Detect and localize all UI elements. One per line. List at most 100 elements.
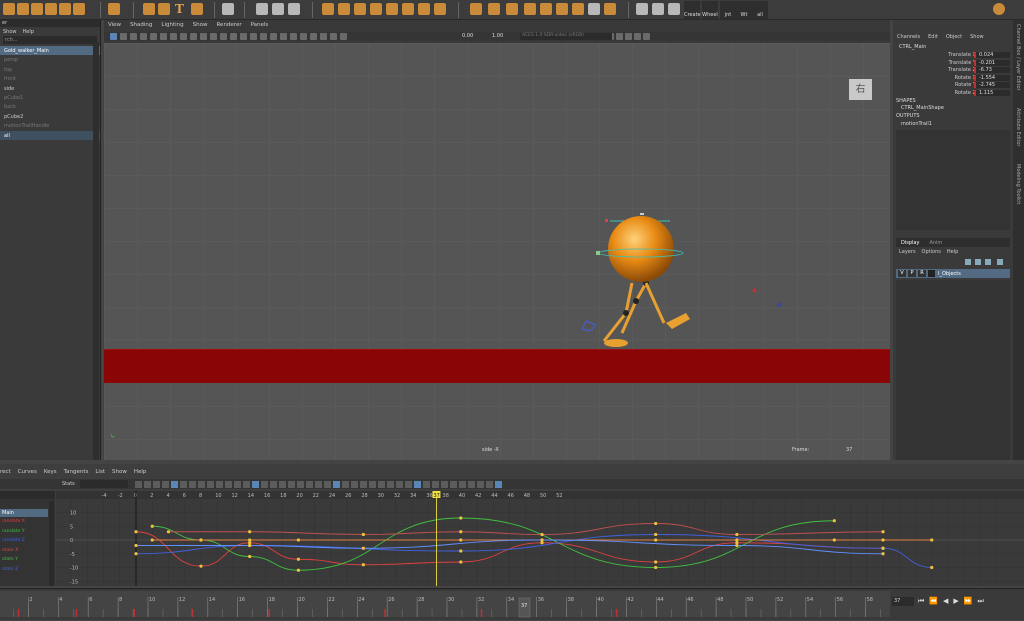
keyframe-point[interactable] bbox=[199, 538, 203, 542]
step-forward-frame-icon[interactable]: ⏩ bbox=[964, 597, 973, 606]
viewport-tool-button[interactable] bbox=[250, 33, 257, 40]
channel-row[interactable]: Translate Z -6.73 bbox=[893, 67, 1013, 74]
keyframe-point[interactable] bbox=[199, 564, 203, 568]
shelf-bevel-icon[interactable] bbox=[322, 3, 334, 15]
keyframe-point[interactable] bbox=[248, 538, 252, 542]
keyframe-point[interactable] bbox=[654, 538, 658, 542]
layer-tab-anim[interactable]: Anim bbox=[929, 240, 942, 246]
layer-move-down-icon[interactable] bbox=[997, 259, 1003, 265]
outliner-item[interactable]: persp bbox=[0, 55, 100, 64]
keyframe-point[interactable] bbox=[166, 530, 171, 534]
keyframe-point[interactable] bbox=[735, 538, 739, 542]
keyframe-point[interactable] bbox=[296, 538, 300, 542]
exposure-field[interactable]: 0.00 bbox=[462, 33, 473, 39]
shelf-bridge-icon[interactable] bbox=[338, 3, 350, 15]
layer-new-selected-icon[interactable] bbox=[975, 259, 981, 265]
keyframe-point[interactable] bbox=[248, 554, 252, 559]
go-to-start-icon[interactable]: ⏮ bbox=[918, 597, 924, 606]
shelf-wheel-button[interactable]: Wheel bbox=[702, 1, 718, 19]
gamma-field[interactable]: 1.00 bbox=[492, 33, 503, 39]
keyframe-point[interactable] bbox=[150, 538, 154, 542]
layer-row[interactable]: V P R I_Objects bbox=[896, 269, 1010, 278]
go-to-end-icon[interactable]: ⏭ bbox=[978, 597, 984, 606]
shelf-grid-icon[interactable] bbox=[222, 3, 234, 15]
shelf-svg-icon[interactable] bbox=[191, 3, 203, 15]
layer-menu-options[interactable]: Options bbox=[922, 249, 941, 255]
play-forward-icon[interactable]: ▶ bbox=[953, 597, 958, 606]
colorspace-dropdown[interactable]: ACES 1.0 SDR-video (sRGB) bbox=[520, 33, 612, 40]
keyframe-point[interactable] bbox=[540, 532, 544, 537]
layer-color-swatch[interactable] bbox=[928, 270, 935, 277]
shelf-uv-icon[interactable] bbox=[470, 3, 482, 15]
viewport-menu-renderer[interactable]: Renderer bbox=[216, 22, 241, 28]
step-back-key-icon[interactable]: ⏪ bbox=[929, 597, 938, 606]
keyframe-point[interactable] bbox=[540, 538, 544, 542]
keyframe-point[interactable] bbox=[134, 552, 138, 556]
viewport-tool-button[interactable] bbox=[330, 33, 337, 40]
viewport-menu-panels[interactable]: Panels bbox=[251, 22, 269, 28]
outliner-item[interactable]: front bbox=[0, 74, 100, 83]
shelf-coords-icon[interactable] bbox=[288, 3, 300, 15]
keyframe-point[interactable] bbox=[459, 516, 463, 520]
shelf-extrude-icon[interactable] bbox=[354, 3, 366, 15]
keyframe-point[interactable] bbox=[832, 538, 836, 542]
outliner-item[interactable]: pCube2 bbox=[0, 112, 100, 121]
viewport-tool-button[interactable] bbox=[616, 33, 623, 40]
keyframe-point[interactable] bbox=[832, 519, 836, 523]
outliner-item[interactable]: top bbox=[0, 65, 100, 74]
shelf-plane-icon[interactable] bbox=[73, 3, 85, 15]
keyframe-point[interactable] bbox=[361, 532, 365, 537]
step-back-frame-icon[interactable]: ◀ bbox=[943, 597, 948, 606]
viewport-tool-button[interactable] bbox=[190, 33, 197, 40]
viewport-tool-button[interactable] bbox=[170, 33, 177, 40]
keyframe-point[interactable] bbox=[248, 543, 252, 548]
channelbox-tab-show[interactable]: Show bbox=[970, 34, 984, 40]
shelf-uv-layout-icon[interactable] bbox=[488, 3, 500, 15]
keyframe-point[interactable] bbox=[930, 538, 934, 542]
viewport-menu-view[interactable]: View bbox=[108, 22, 121, 28]
channel-row[interactable]: Rotate X -1.554 bbox=[893, 74, 1013, 82]
shelf-combine-icon[interactable] bbox=[418, 3, 430, 15]
keyframe-point[interactable] bbox=[459, 538, 463, 542]
side-tab-modeling-toolkit[interactable]: Modeling Toolkit bbox=[1015, 164, 1021, 204]
keyframe-point[interactable] bbox=[881, 530, 885, 534]
shelf-cone-icon[interactable] bbox=[45, 3, 57, 15]
keyframe-point[interactable] bbox=[459, 549, 463, 553]
keyframe-point[interactable] bbox=[735, 543, 739, 548]
layer-visibility-toggle[interactable]: V bbox=[898, 270, 906, 277]
layer-reference-toggle[interactable]: R bbox=[918, 270, 926, 277]
shelf-cylinder-icon[interactable] bbox=[31, 3, 43, 15]
channel-value-field[interactable]: -1.554 bbox=[976, 74, 1010, 81]
keyframe-point[interactable] bbox=[248, 530, 252, 534]
viewport-tool-button[interactable] bbox=[240, 33, 247, 40]
keyframe-point[interactable] bbox=[930, 565, 934, 570]
ground-plane[interactable] bbox=[104, 349, 890, 383]
layer-playback-toggle[interactable]: P bbox=[908, 270, 916, 277]
channelbox-tab-channels[interactable]: Channels bbox=[897, 34, 920, 40]
viewport-tool-button[interactable] bbox=[310, 33, 317, 40]
outliner-item[interactable]: back bbox=[0, 102, 100, 111]
shelf-uv-auto-icon[interactable] bbox=[572, 3, 584, 15]
keyframe-point[interactable] bbox=[654, 532, 658, 537]
channel-value-field[interactable]: 1.115 bbox=[976, 89, 1010, 96]
viewport-tool-button[interactable] bbox=[210, 33, 217, 40]
viewport-grid[interactable]: 右 + ⊕ ↳ side -X Frame: 37 bbox=[104, 43, 890, 460]
time-slider-track[interactable]: 2 4 6 8 10 12 14 16 18 20 22 24 26 28 30 32 34 36 38 40 42 44… bbox=[0, 589, 890, 621]
side-tab-attribute-editor[interactable]: Attribute Editor bbox=[1015, 108, 1021, 146]
keyframe-point[interactable] bbox=[735, 532, 739, 537]
channel-row[interactable]: Rotate Y -2.745 bbox=[893, 82, 1013, 89]
layer-new-icon[interactable] bbox=[965, 259, 971, 265]
viewport-tool-button[interactable] bbox=[320, 33, 327, 40]
viewport-menu-show[interactable]: Show bbox=[193, 22, 208, 28]
viewport-tool-button[interactable] bbox=[150, 33, 157, 40]
viewport-tool-button[interactable] bbox=[230, 33, 237, 40]
shelf-uv-sphere-icon[interactable] bbox=[540, 3, 552, 15]
viewport-tool-button[interactable] bbox=[300, 33, 307, 40]
outliner-item[interactable]: all bbox=[0, 130, 100, 140]
shape-name[interactable]: CTRL_MainShape bbox=[901, 105, 944, 111]
channel-value-field[interactable]: -6.73 bbox=[976, 67, 1010, 73]
keyframe-point[interactable] bbox=[459, 530, 463, 534]
shelf-wt-button[interactable]: Wt bbox=[736, 1, 752, 19]
viewport-tool-button[interactable] bbox=[140, 33, 147, 40]
viewport-menu-shading[interactable]: Shading bbox=[130, 22, 152, 28]
